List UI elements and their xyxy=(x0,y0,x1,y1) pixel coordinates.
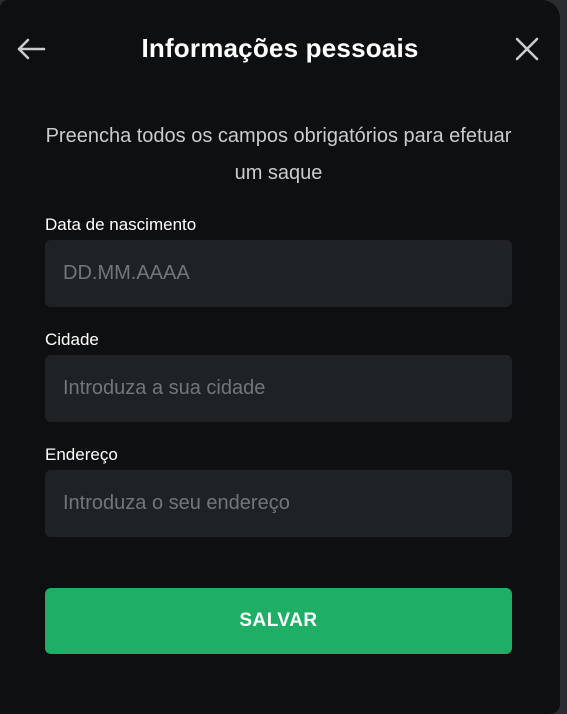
close-icon xyxy=(515,37,539,61)
city-input[interactable] xyxy=(45,355,512,422)
address-label: Endereço xyxy=(45,445,118,464)
birthdate-label: Data de nascimento xyxy=(45,215,197,234)
city-label: Cidade xyxy=(45,330,99,349)
page-title: Informações pessoais xyxy=(141,33,419,63)
personal-info-modal: Informações pessoais Preencha todos os c… xyxy=(0,0,560,714)
close-button[interactable] xyxy=(510,32,544,66)
save-button[interactable]: SALVAR xyxy=(45,588,512,654)
instructions-text: Preencha todos os campos obrigatórios pa… xyxy=(45,125,512,184)
birthdate-input[interactable] xyxy=(45,240,512,307)
arrow-left-icon xyxy=(17,38,46,60)
modal-header: Informações pessoais xyxy=(0,0,560,96)
back-button[interactable] xyxy=(14,32,48,66)
address-input[interactable] xyxy=(45,470,512,537)
